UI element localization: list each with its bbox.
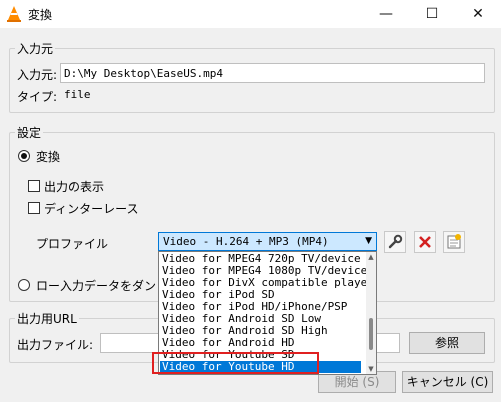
scroll-up-icon[interactable]: ▲ [366, 252, 376, 262]
wrench-icon [388, 234, 403, 249]
vlc-cone-icon [7, 6, 21, 22]
edit-profile-button[interactable] [384, 231, 406, 253]
new-profile-icon [447, 234, 461, 249]
profile-combobox[interactable]: Video - H.264 + MP3 (MP4) ▼ [158, 232, 377, 251]
highlight-annotation-box [152, 352, 319, 374]
source-input-value: D:\My Desktop\EaseUS.mp4 [64, 67, 223, 80]
convert-radio[interactable] [18, 150, 30, 162]
cancel-button[interactable]: キャンセル (C) [402, 371, 493, 393]
browse-button[interactable]: 参照 [409, 332, 485, 354]
source-group-label: 入力元 [15, 40, 56, 57]
chevron-down-icon: ▼ [365, 236, 372, 246]
new-profile-button[interactable] [443, 231, 465, 253]
type-label: タイプ: [17, 90, 58, 104]
output-group-label: 出力用URL [15, 310, 79, 327]
show-output-label: 出力の表示 [44, 180, 105, 194]
delete-icon [419, 236, 431, 248]
scroll-thumb[interactable] [369, 318, 373, 350]
close-button[interactable]: ✕ [455, 0, 501, 28]
output-file-label: 出力ファイル: [17, 338, 94, 352]
window-title: 変換 [28, 8, 53, 22]
deinterlace-label: ディンターレース [44, 202, 139, 216]
dropdown-scrollbar[interactable]: ▲ ▼ [366, 252, 376, 374]
show-output-checkbox[interactable] [28, 180, 40, 192]
minimize-button[interactable]: — [363, 0, 409, 28]
maximize-button[interactable]: ☐ [409, 0, 455, 28]
scroll-down-icon[interactable]: ▼ [366, 364, 376, 374]
source-input-field[interactable]: D:\My Desktop\EaseUS.mp4 [60, 63, 485, 83]
source-input-label: 入力元: [17, 68, 58, 82]
settings-group-label: 設定 [15, 124, 44, 141]
convert-label: 変換 [36, 150, 61, 164]
profile-label: プロファイル [36, 237, 109, 251]
delete-profile-button[interactable] [414, 231, 436, 253]
deinterlace-checkbox[interactable] [28, 202, 40, 214]
title-bar: 変換 — ☐ ✕ [0, 0, 501, 28]
profile-selected-value: Video - H.264 + MP3 (MP4) [163, 235, 329, 248]
type-value: file [64, 88, 91, 101]
raw-input-label: ロー入力データをダン [36, 279, 157, 293]
raw-input-radio[interactable] [18, 279, 30, 291]
